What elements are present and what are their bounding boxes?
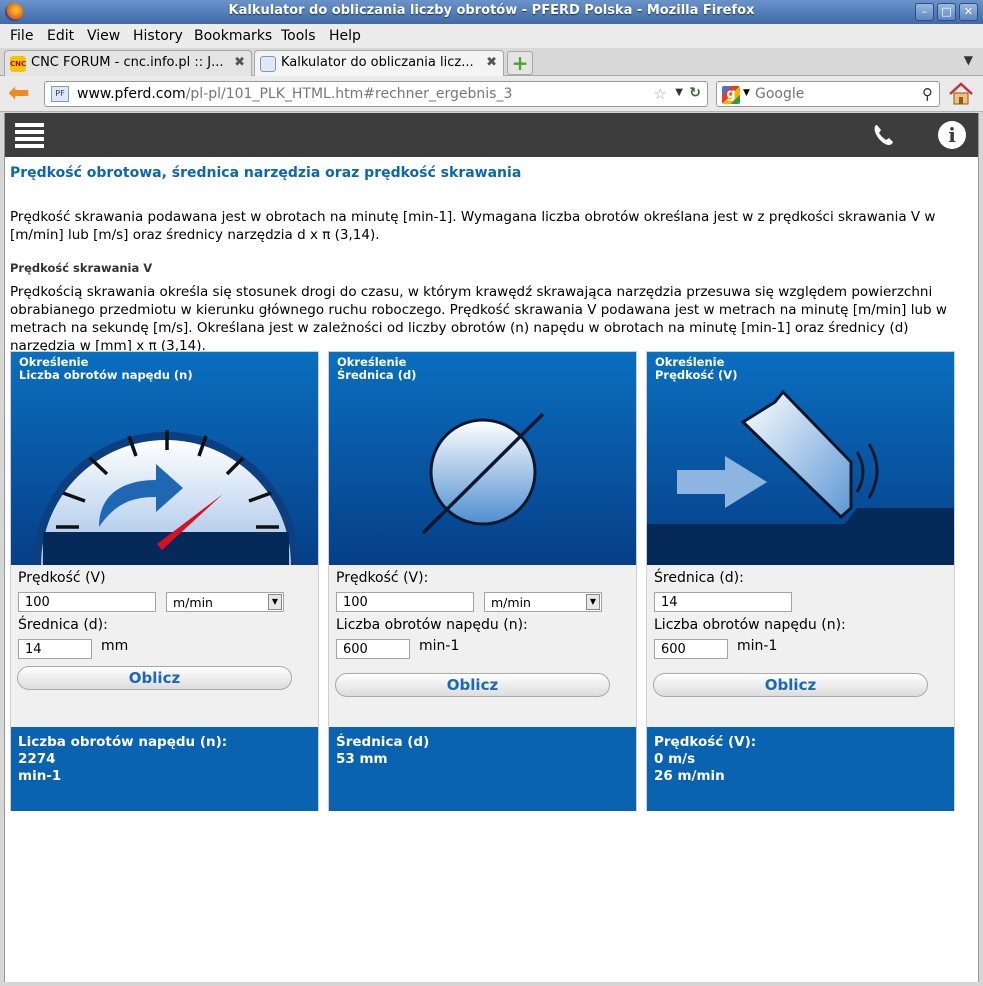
menu-view[interactable]: View — [87, 28, 120, 44]
close-window-button[interactable]: ✕ — [959, 3, 978, 21]
speed-label: Prędkość (V): — [336, 570, 429, 586]
window-title: Kalkulator do obliczania liczby obrotów … — [228, 3, 755, 18]
navigation-bar: ⬅ PF www.pferd.com/pl-pl/101_PLK_HTML.ht… — [0, 76, 983, 112]
rpm-input[interactable] — [336, 639, 410, 659]
page-content: Prędkość obrotowa, średnica narzędzia or… — [10, 165, 960, 354]
calculator-card-rpm: Określenie Liczba obrotów napędu (n) Prę… — [10, 351, 319, 811]
calculate-button[interactable]: Oblicz — [335, 673, 610, 697]
maximize-button[interactable]: □ — [937, 3, 956, 21]
chevron-down-icon: ▼ — [268, 594, 282, 610]
tab-cnc-forum[interactable]: CNC CNC FORUM - cnc.info.pl :: J... ✖ — [4, 50, 252, 76]
rpm-input[interactable] — [654, 639, 728, 659]
result-panel: Prędkość (V): 0 m/s 26 m/min — [647, 727, 954, 811]
page-viewport: i Prędkość obrotowa, średnica narzędzia … — [4, 113, 979, 982]
result-title: Prędkość (V): — [654, 734, 757, 750]
result-title: Średnica (d) — [336, 734, 430, 750]
url-text[interactable]: www.pferd.com/pl-pl/101_PLK_HTML.htm#rec… — [77, 86, 512, 102]
url-history-chevron-down-icon[interactable]: ▼ — [675, 87, 683, 98]
calculate-button[interactable]: Oblicz — [17, 666, 292, 690]
tachometer-icon — [33, 430, 299, 565]
result-value: 2274 — [18, 751, 56, 767]
search-input[interactable] — [755, 85, 915, 103]
rpm-label: Liczba obrotów napędu (n): — [336, 617, 528, 633]
speed-unit-select[interactable]: m/min ▼ — [484, 592, 602, 612]
speed-label: Prędkość (V) — [18, 570, 106, 586]
cutting-speed-illustration: Określenie Prędkość (V) — [647, 352, 954, 565]
description-paragraph: Prędkością skrawania określa się stosune… — [10, 284, 947, 354]
menu-bar: File Edit View History Bookmarks Tools H… — [0, 24, 983, 48]
speed-input[interactable] — [18, 592, 156, 612]
diameter-label: Średnica (d): — [18, 617, 108, 633]
menu-bookmarks[interactable]: Bookmarks — [194, 28, 272, 44]
speed-input[interactable] — [336, 592, 474, 612]
minimize-button[interactable]: – — [915, 3, 934, 21]
back-arrow-icon[interactable]: ⬅ — [8, 80, 36, 106]
google-engine-icon[interactable]: g — [722, 86, 740, 104]
card-caption: Określenie Liczba obrotów napędu (n) — [19, 355, 193, 382]
tab-bar: CNC CNC FORUM - cnc.info.pl :: J... ✖ Ka… — [0, 48, 983, 77]
diameter-symbol-icon — [421, 412, 545, 535]
site-header-bar: i — [5, 113, 978, 157]
close-tab-icon[interactable]: ✖ — [234, 55, 245, 70]
chevron-down-icon: ▼ — [586, 594, 600, 610]
menu-history[interactable]: History — [133, 28, 183, 44]
diameter-unit: mm — [101, 638, 129, 654]
tab-list-chevron-down-icon[interactable]: ▼ — [964, 53, 973, 67]
pferd-favicon-icon — [260, 56, 276, 72]
cnc-favicon-icon: CNC — [10, 56, 26, 72]
menu-edit[interactable]: Edit — [47, 28, 74, 44]
speed-unit-select[interactable]: m/min ▼ — [166, 592, 284, 612]
result-unit: 26 m/min — [654, 768, 725, 784]
search-icon[interactable]: ⚲ — [922, 85, 933, 103]
url-bar[interactable]: PF www.pferd.com/pl-pl/101_PLK_HTML.htm#… — [44, 81, 708, 107]
tab-kalkulator[interactable]: Kalkulator do obliczania licz... ✖ — [254, 50, 504, 77]
result-value: 53 mm — [336, 751, 388, 767]
reload-icon[interactable]: ↻ — [689, 85, 701, 101]
card-caption: Określenie Średnica (d) — [337, 355, 417, 382]
tab-label: Kalkulator do obliczania licz... — [281, 55, 474, 70]
phone-icon[interactable] — [871, 122, 897, 148]
diameter-illustration: Określenie Średnica (d) — [329, 352, 636, 565]
tachometer-illustration: Określenie Liczba obrotów napędu (n) — [11, 352, 318, 565]
site-identity-icon[interactable]: PF — [51, 86, 69, 102]
menu-file[interactable]: File — [10, 28, 33, 44]
card-caption: Określenie Prędkość (V) — [655, 355, 738, 382]
close-tab-icon[interactable]: ✖ — [486, 55, 497, 70]
rpm-unit: min-1 — [737, 638, 778, 654]
calculator-card-diameter: OkreślenieŚrednica (d) Prędkość (V): m/m… — [328, 351, 637, 811]
result-title: Liczba obrotów napędu (n): — [18, 734, 228, 750]
diameter-input[interactable] — [654, 592, 792, 612]
result-value: 0 m/s — [654, 751, 696, 767]
info-icon[interactable]: i — [938, 121, 966, 149]
new-tab-button[interactable]: + — [507, 51, 533, 75]
search-engine-chevron-down-icon[interactable]: ▼ — [743, 88, 750, 98]
calculate-button[interactable]: Oblicz — [653, 673, 928, 697]
hamburger-menu-icon[interactable] — [15, 123, 44, 148]
result-panel: Liczba obrotów napędu (n): 2274 min-1 — [11, 727, 318, 811]
cutting-tool-icon — [647, 389, 954, 565]
search-bar: g ▼ ⚲ — [716, 81, 940, 107]
home-icon[interactable] — [948, 81, 974, 107]
calculator-card-speed: OkreśleniePrędkość (V) Średnica (d): Lic… — [646, 351, 955, 811]
diameter-input[interactable] — [18, 639, 92, 659]
result-unit: min-1 — [18, 768, 62, 784]
intro-paragraph: Prędkość skrawania podawana jest w obrot… — [10, 209, 936, 243]
section-heading: Prędkość skrawania V — [10, 261, 153, 275]
rpm-unit: min-1 — [419, 638, 460, 654]
menu-tools[interactable]: Tools — [281, 28, 316, 44]
result-panel: Średnica (d) 53 mm — [329, 727, 636, 811]
menu-help[interactable]: Help — [329, 28, 361, 44]
tab-label: CNC FORUM - cnc.info.pl :: J... — [31, 55, 224, 70]
page-title: Prędkość obrotowa, średnica narzędzia or… — [10, 165, 522, 181]
bookmark-star-icon[interactable]: ☆ — [654, 85, 667, 103]
diameter-label: Średnica (d): — [654, 570, 744, 586]
rpm-label: Liczba obrotów napędu (n): — [654, 617, 846, 633]
window-titlebar: Kalkulator do obliczania liczby obrotów … — [0, 0, 983, 24]
